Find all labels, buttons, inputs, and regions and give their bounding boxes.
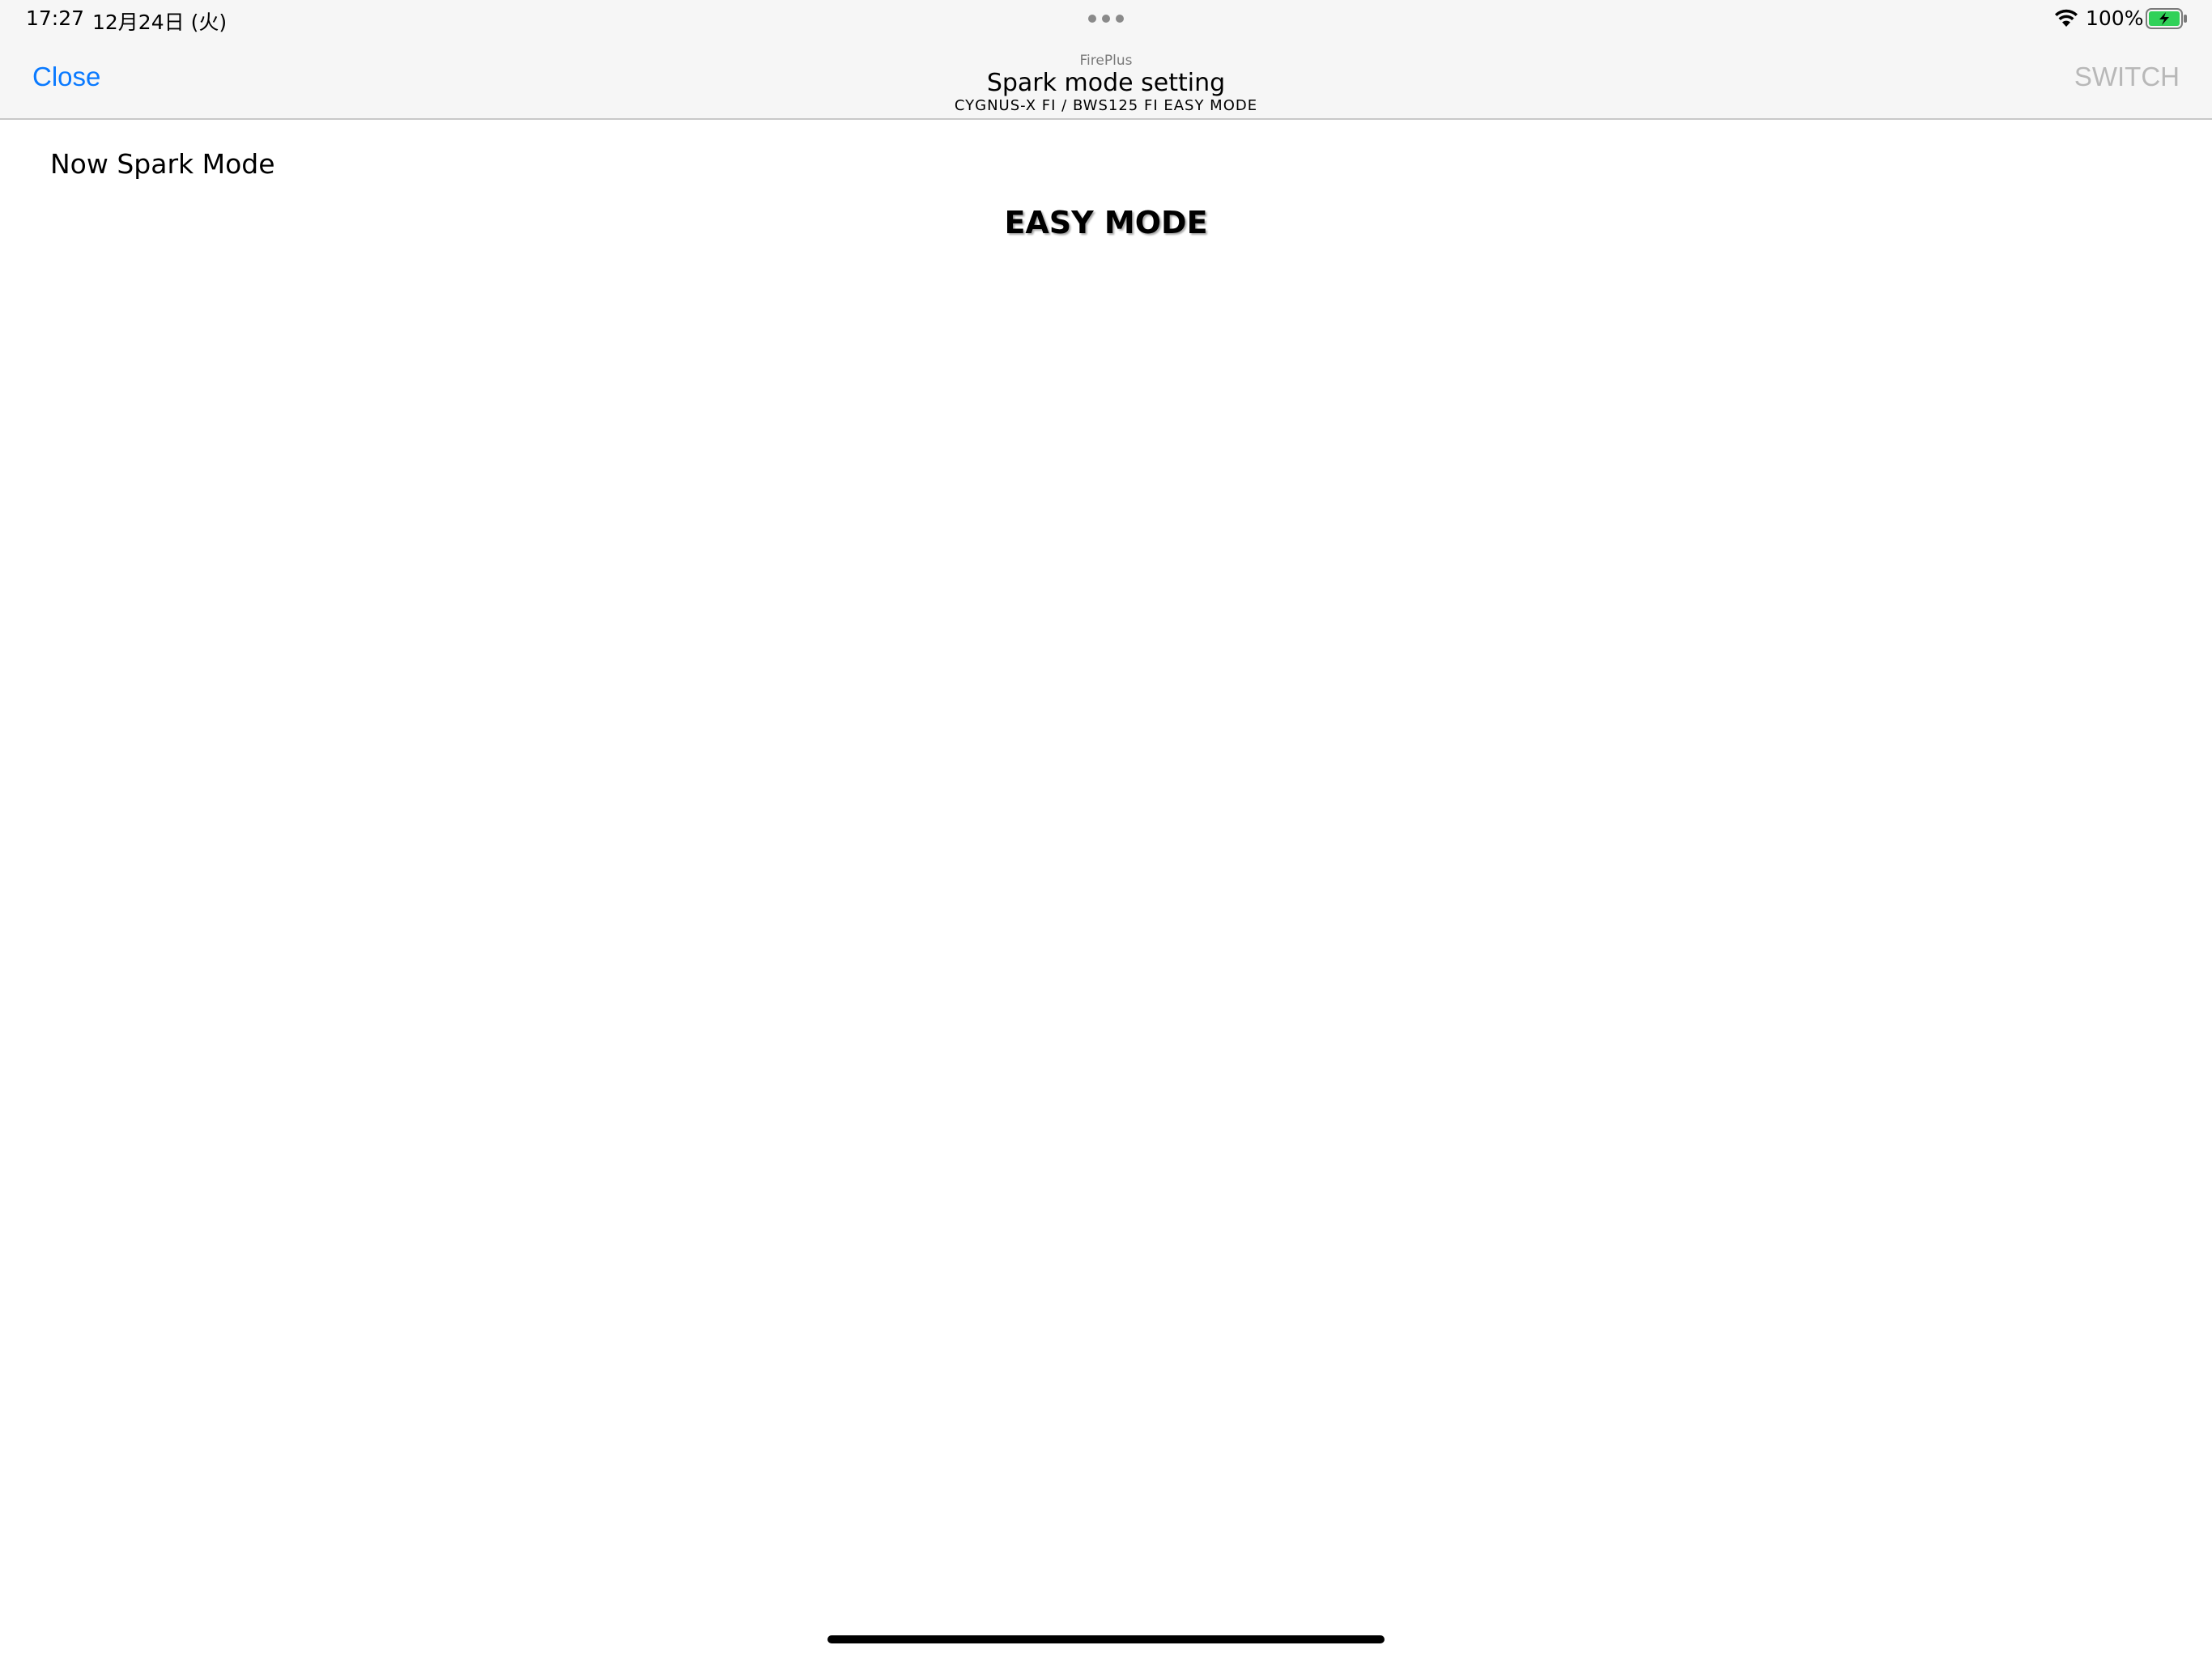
top-bar: 17:27 12月24日 (火) 100% Close FirePlus Spa…: [0, 0, 2212, 120]
nav-title-block: FirePlus Spark mode setting CYGNUS-X FI …: [0, 52, 2212, 115]
screen: 17:27 12月24日 (火) 100% Close FirePlus Spa…: [0, 0, 2212, 1658]
page-subtitle: CYGNUS-X FI / BWS125 FI EASY MODE: [954, 97, 1258, 114]
page-title: Spark mode setting: [986, 69, 1226, 97]
switch-button[interactable]: SWITCH: [2074, 62, 2180, 92]
current-spark-mode-value: EASY MODE: [1004, 205, 1208, 240]
home-indicator[interactable]: [827, 1635, 1385, 1643]
status-time: 17:27: [26, 6, 85, 30]
battery-percentage: 100%: [2086, 6, 2144, 30]
now-spark-mode-label: Now Spark Mode: [50, 148, 275, 180]
status-date: 12月24日 (火): [92, 11, 228, 34]
battery-charging-icon: [2146, 8, 2187, 29]
wifi-icon: [2055, 9, 2078, 27]
multitasking-dots-icon[interactable]: [1088, 15, 1124, 23]
app-name: FirePlus: [1079, 53, 1133, 69]
